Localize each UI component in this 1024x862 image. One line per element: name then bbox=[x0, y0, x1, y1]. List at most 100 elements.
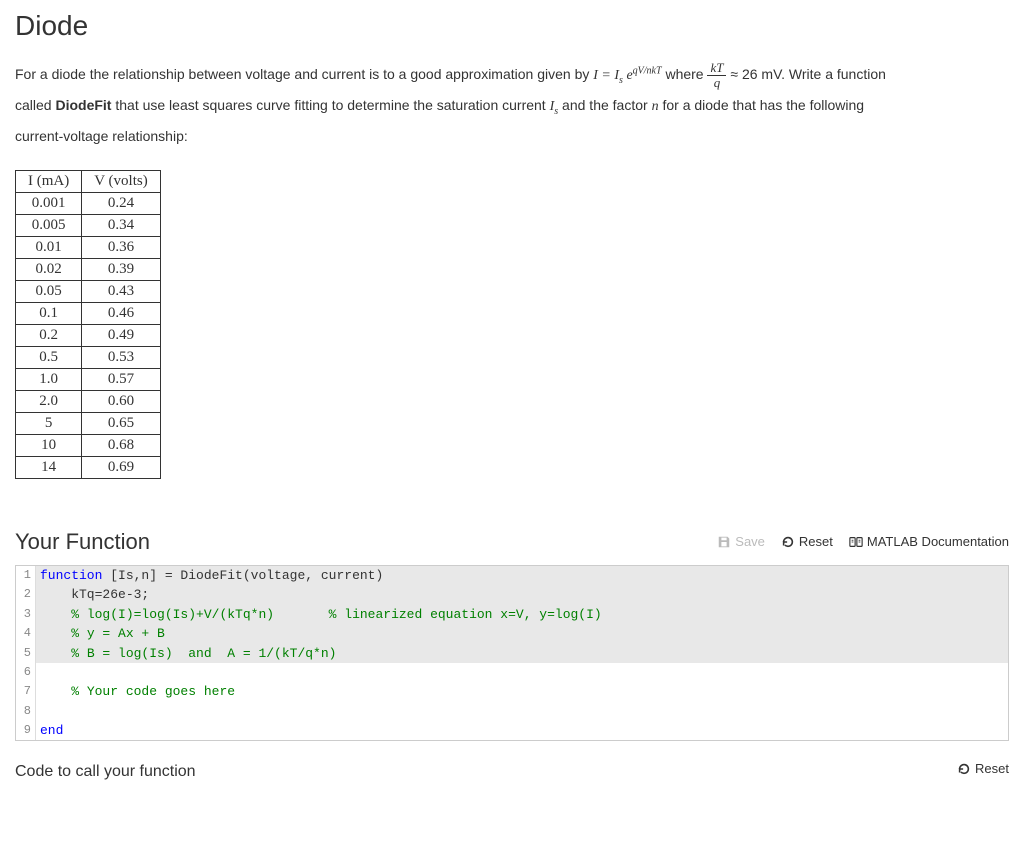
table-row: 0.0050.34 bbox=[16, 214, 161, 236]
diode-formula: I = Is eqV/nkT bbox=[593, 68, 661, 83]
line-number: 2 bbox=[16, 585, 36, 605]
table-row: 2.00.60 bbox=[16, 390, 161, 412]
table-header-v: V (volts) bbox=[82, 170, 160, 192]
call-reset-button[interactable]: Reset bbox=[957, 761, 1009, 776]
code-line[interactable]: 7 % Your code goes here bbox=[16, 682, 1008, 702]
cell-i: 14 bbox=[16, 456, 82, 478]
line-number: 7 bbox=[16, 682, 36, 702]
problem-description: For a diode the relationship between vol… bbox=[15, 60, 1009, 150]
doc-icon bbox=[849, 535, 863, 549]
cell-i: 1.0 bbox=[16, 368, 82, 390]
code-line[interactable]: 9end bbox=[16, 721, 1008, 741]
table-row: 0.020.39 bbox=[16, 258, 161, 280]
reset-icon bbox=[957, 762, 971, 776]
function-name-bold: DiodeFit bbox=[55, 97, 111, 113]
editor-toolbar: Save Reset MATLAB Documentation bbox=[717, 534, 1009, 549]
code-line[interactable]: 1function [Is,n] = DiodeFit(voltage, cur… bbox=[16, 566, 1008, 586]
cell-i: 2.0 bbox=[16, 390, 82, 412]
code-line[interactable]: 2 kTq=26e-3; bbox=[16, 585, 1008, 605]
table-row: 0.20.49 bbox=[16, 324, 161, 346]
matlab-doc-link[interactable]: MATLAB Documentation bbox=[849, 534, 1009, 549]
cell-v: 0.60 bbox=[82, 390, 160, 412]
code-line[interactable]: 6 bbox=[16, 663, 1008, 682]
cell-i: 0.05 bbox=[16, 280, 82, 302]
call-function-heading: Code to call your function bbox=[15, 763, 196, 781]
cell-v: 0.68 bbox=[82, 434, 160, 456]
problem-text-1: For a diode the relationship between vol… bbox=[15, 66, 593, 82]
call-reset-label: Reset bbox=[975, 761, 1009, 776]
line-number: 8 bbox=[16, 702, 36, 721]
cell-v: 0.39 bbox=[82, 258, 160, 280]
cell-i: 0.005 bbox=[16, 214, 82, 236]
kt-over-q-fraction: kT q bbox=[707, 61, 726, 91]
table-row: 1.00.57 bbox=[16, 368, 161, 390]
cell-v: 0.57 bbox=[82, 368, 160, 390]
cell-i: 0.01 bbox=[16, 236, 82, 258]
cell-i: 0.5 bbox=[16, 346, 82, 368]
table-row: 0.50.53 bbox=[16, 346, 161, 368]
fraction-numerator: kT bbox=[707, 61, 726, 76]
fraction-denominator: q bbox=[707, 76, 726, 90]
line-number: 3 bbox=[16, 605, 36, 625]
cell-i: 0.001 bbox=[16, 192, 82, 214]
n-symbol: n bbox=[652, 99, 659, 114]
your-function-heading: Your Function bbox=[15, 529, 150, 555]
problem-text-2b: that use least squares curve fitting to … bbox=[111, 97, 549, 113]
reset-label: Reset bbox=[799, 534, 833, 549]
code-content[interactable]: % log(I)=log(Is)+V/(kTq*n) % linearized … bbox=[36, 605, 1008, 625]
code-editor[interactable]: 1function [Is,n] = DiodeFit(voltage, cur… bbox=[15, 565, 1009, 742]
table-row: 50.65 bbox=[16, 412, 161, 434]
problem-text-2d: for a diode that has the following bbox=[659, 97, 864, 113]
code-content[interactable]: % Your code goes here bbox=[36, 682, 1008, 702]
doc-label: MATLAB Documentation bbox=[867, 534, 1009, 549]
cell-v: 0.34 bbox=[82, 214, 160, 236]
table-row: 140.69 bbox=[16, 456, 161, 478]
table-row: 100.68 bbox=[16, 434, 161, 456]
code-line[interactable]: 5 % B = log(Is) and A = 1/(kT/q*n) bbox=[16, 644, 1008, 664]
cell-v: 0.49 bbox=[82, 324, 160, 346]
code-line[interactable]: 3 % log(I)=log(Is)+V/(kTq*n) % linearize… bbox=[16, 605, 1008, 625]
problem-text-2a: called bbox=[15, 97, 55, 113]
cell-v: 0.46 bbox=[82, 302, 160, 324]
cell-i: 0.2 bbox=[16, 324, 82, 346]
line-number: 1 bbox=[16, 566, 36, 586]
line-number: 6 bbox=[16, 663, 36, 682]
where-label: where bbox=[665, 66, 703, 82]
table-row: 0.10.46 bbox=[16, 302, 161, 324]
reset-button[interactable]: Reset bbox=[781, 534, 833, 549]
cell-v: 0.36 bbox=[82, 236, 160, 258]
cell-v: 0.53 bbox=[82, 346, 160, 368]
table-row: 0.010.36 bbox=[16, 236, 161, 258]
iv-data-table: I (mA) V (volts) 0.0010.240.0050.340.010… bbox=[15, 170, 161, 479]
cell-i: 10 bbox=[16, 434, 82, 456]
cell-i: 5 bbox=[16, 412, 82, 434]
table-row: 0.0010.24 bbox=[16, 192, 161, 214]
cell-v: 0.24 bbox=[82, 192, 160, 214]
save-label: Save bbox=[735, 534, 765, 549]
save-icon bbox=[717, 535, 731, 549]
reset-icon bbox=[781, 535, 795, 549]
line-number: 9 bbox=[16, 721, 36, 741]
cell-v: 0.43 bbox=[82, 280, 160, 302]
line-number: 5 bbox=[16, 644, 36, 664]
code-line[interactable]: 4 % y = Ax + B bbox=[16, 624, 1008, 644]
code-content[interactable]: % y = Ax + B bbox=[36, 624, 1008, 644]
code-content[interactable]: kTq=26e-3; bbox=[36, 585, 1008, 605]
code-line[interactable]: 8 bbox=[16, 702, 1008, 721]
code-content[interactable] bbox=[36, 663, 1008, 682]
code-content[interactable]: end bbox=[36, 721, 1008, 741]
problem-text-2c: and the factor bbox=[558, 97, 651, 113]
approx-text: ≈ 26 mV. Write a function bbox=[726, 66, 885, 82]
table-row: 0.050.43 bbox=[16, 280, 161, 302]
is-symbol: Is bbox=[550, 99, 559, 114]
save-button[interactable]: Save bbox=[717, 534, 765, 549]
problem-text-3: current-voltage relationship: bbox=[15, 128, 188, 144]
code-content[interactable]: function [Is,n] = DiodeFit(voltage, curr… bbox=[36, 566, 1008, 586]
code-content[interactable]: % B = log(Is) and A = 1/(kT/q*n) bbox=[36, 644, 1008, 664]
cell-v: 0.69 bbox=[82, 456, 160, 478]
page-title: Diode bbox=[15, 10, 1009, 42]
code-content[interactable] bbox=[36, 702, 1008, 721]
cell-i: 0.1 bbox=[16, 302, 82, 324]
table-header-i: I (mA) bbox=[16, 170, 82, 192]
cell-v: 0.65 bbox=[82, 412, 160, 434]
